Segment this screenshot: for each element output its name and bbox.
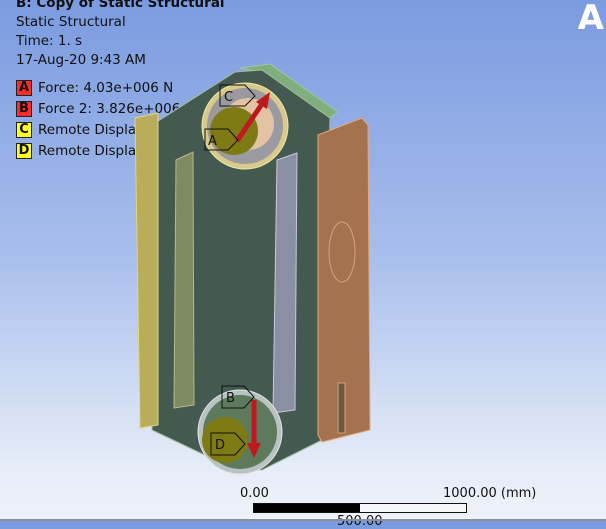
scale-bar-fill: [254, 504, 360, 512]
left-slot: [173, 151, 195, 409]
tag-b-label: B: [226, 391, 235, 406]
tag-c-label: C: [224, 90, 233, 105]
left-side-plate[interactable]: [134, 112, 159, 429]
tag-a-label: A: [208, 134, 217, 149]
right-slot: [272, 152, 298, 414]
top-pin[interactable]: [210, 107, 258, 155]
model-viewport[interactable]: C A B D: [0, 0, 606, 521]
scale-bar: [253, 503, 467, 513]
tag-d-label: D: [215, 438, 225, 453]
plate-notch: [337, 382, 346, 434]
scale-start-label: 0.00: [240, 486, 269, 501]
scale-end-label: 1000.00 (mm): [443, 486, 537, 501]
scale-mid-label: 500.00: [337, 514, 383, 529]
